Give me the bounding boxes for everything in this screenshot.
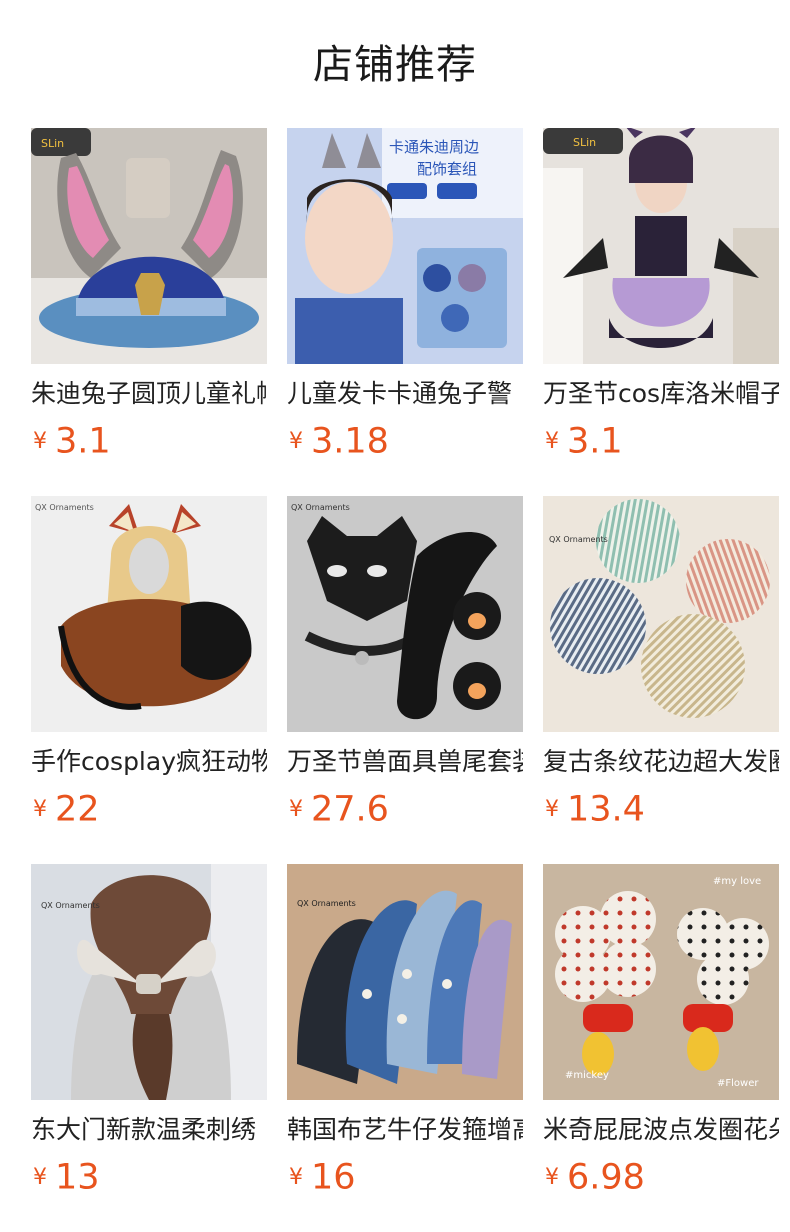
watermark-text: SLin bbox=[41, 137, 64, 150]
watermark-text: QX Ornaments bbox=[549, 535, 608, 544]
product-image[interactable]: SLin bbox=[31, 128, 267, 364]
product-price: ¥3.18 bbox=[287, 416, 523, 466]
product-price: ¥27.6 bbox=[287, 784, 523, 834]
product-name[interactable]: 东大门新款温柔刺绣 bbox=[31, 1112, 267, 1148]
product-card[interactable]: SLin 万圣节cos库洛米帽子 ¥3.1 bbox=[543, 128, 779, 496]
product-card[interactable]: #my love #mickey #Flower 米奇屁屁波点发圈花朵 ¥6.9… bbox=[543, 864, 779, 1232]
currency-symbol: ¥ bbox=[545, 428, 559, 454]
recommendation-page: 店铺推荐 SLin 朱迪兔子圆顶儿童礼帽 ¥ 3.1 卡通朱迪周边 配饰套组 儿… bbox=[0, 0, 790, 1232]
price-value: 16 bbox=[311, 1157, 356, 1198]
currency-symbol: ¥ bbox=[33, 1164, 47, 1190]
product-image[interactable]: QX Ornaments bbox=[31, 864, 267, 1100]
product-card[interactable]: QX Ornaments 韩国布艺牛仔发箍增高 ¥16 bbox=[287, 864, 523, 1232]
product-image[interactable]: QX Ornaments bbox=[543, 496, 779, 732]
section-title: 店铺推荐 bbox=[313, 42, 477, 88]
product-card[interactable]: QX Ornaments 东大门新款温柔刺绣 ¥13 bbox=[31, 864, 267, 1232]
price-value: 3.1 bbox=[55, 421, 111, 462]
tag-text: #Flower bbox=[717, 1078, 759, 1089]
product-name[interactable]: 韩国布艺牛仔发箍增高 bbox=[287, 1112, 523, 1148]
banner-text: 配饰套组 bbox=[417, 160, 477, 178]
product-price: ¥13.4 bbox=[543, 784, 779, 834]
price-value: 3.1 bbox=[567, 421, 623, 462]
price-value: 22 bbox=[55, 789, 100, 830]
currency-symbol: ¥ bbox=[289, 1164, 303, 1190]
product-name[interactable]: 米奇屁屁波点发圈花朵 bbox=[543, 1112, 779, 1148]
watermark-text: QX Ornaments bbox=[291, 503, 350, 512]
product-card[interactable]: QX Ornaments 手作cosplay疯狂动物 ¥22 bbox=[31, 496, 267, 864]
product-price: ¥22 bbox=[31, 784, 267, 834]
product-name[interactable]: 儿童发卡卡通兔子警 bbox=[287, 376, 523, 412]
price-value: 6.98 bbox=[567, 1157, 645, 1198]
tag-text: #mickey bbox=[565, 1070, 609, 1081]
product-card[interactable]: SLin 朱迪兔子圆顶儿童礼帽 ¥3.1 bbox=[31, 128, 267, 496]
currency-symbol: ¥ bbox=[289, 796, 303, 822]
currency-symbol: ¥ bbox=[545, 1164, 559, 1190]
product-price: ¥3.1 bbox=[31, 416, 267, 466]
product-price: ¥6.98 bbox=[543, 1152, 779, 1202]
product-grid: SLin 朱迪兔子圆顶儿童礼帽 ¥3.1 卡通朱迪周边 配饰套组 儿童发卡卡通兔… bbox=[31, 128, 779, 1232]
product-image[interactable]: QX Ornaments bbox=[287, 496, 523, 732]
tag-text: #my love bbox=[713, 876, 761, 887]
product-image[interactable]: 卡通朱迪周边 配饰套组 bbox=[287, 128, 523, 364]
watermark-text: QX Ornaments bbox=[41, 901, 100, 910]
price-value: 13 bbox=[55, 1157, 100, 1198]
banner-text: 卡通朱迪周边 bbox=[389, 138, 479, 156]
price-value: 27.6 bbox=[311, 789, 389, 830]
product-name[interactable]: 朱迪兔子圆顶儿童礼帽 bbox=[31, 376, 267, 412]
product-name[interactable]: 万圣节兽面具兽尾套装 bbox=[287, 744, 523, 780]
product-price: ¥3.1 bbox=[543, 416, 779, 466]
currency-symbol: ¥ bbox=[33, 428, 47, 454]
product-image[interactable]: SLin bbox=[543, 128, 779, 364]
product-image[interactable]: QX Ornaments bbox=[287, 864, 523, 1100]
watermark-text: QX Ornaments bbox=[35, 503, 94, 512]
product-name[interactable]: 手作cosplay疯狂动物 bbox=[31, 744, 267, 780]
product-name[interactable]: 万圣节cos库洛米帽子 bbox=[543, 376, 779, 412]
product-price: ¥13 bbox=[31, 1152, 267, 1202]
product-image[interactable]: QX Ornaments bbox=[31, 496, 267, 732]
currency-symbol: ¥ bbox=[289, 428, 303, 454]
product-card[interactable]: 卡通朱迪周边 配饰套组 儿童发卡卡通兔子警 ¥3.18 bbox=[287, 128, 523, 496]
product-name[interactable]: 复古条纹花边超大发圈 bbox=[543, 744, 779, 780]
watermark-text: SLin bbox=[573, 136, 596, 149]
price-value: 13.4 bbox=[567, 789, 645, 830]
price-value: 3.18 bbox=[311, 421, 389, 462]
product-card[interactable]: QX Ornaments 复古条纹花边超大发圈 ¥13.4 bbox=[543, 496, 779, 864]
product-image[interactable]: #my love #mickey #Flower bbox=[543, 864, 779, 1100]
product-price: ¥16 bbox=[287, 1152, 523, 1202]
watermark-text: QX Ornaments bbox=[297, 899, 356, 908]
currency-symbol: ¥ bbox=[33, 796, 47, 822]
product-card[interactable]: QX Ornaments 万圣节兽面具兽尾套装 ¥27.6 bbox=[287, 496, 523, 864]
currency-symbol: ¥ bbox=[545, 796, 559, 822]
